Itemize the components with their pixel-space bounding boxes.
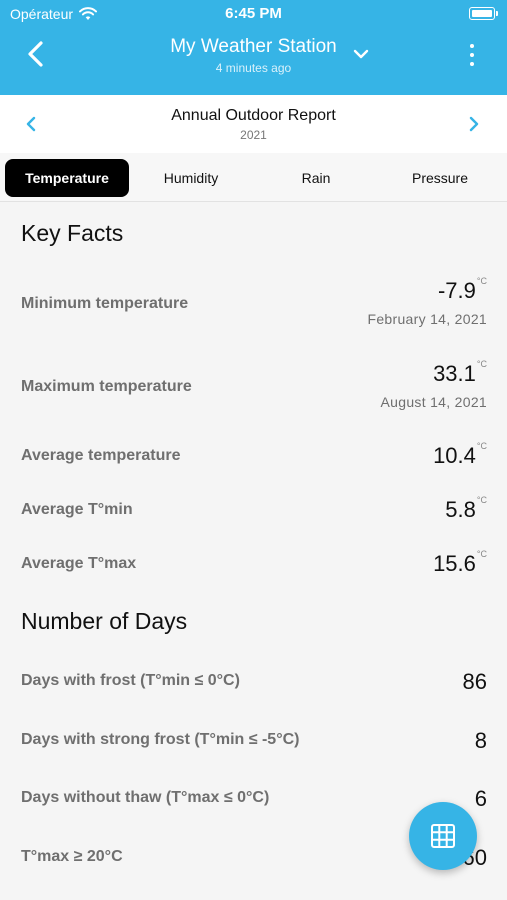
no-thaw-days-value: 6 xyxy=(474,786,487,811)
avg-temp-label: Average temperature xyxy=(21,447,181,464)
number-of-days-heading: Number of Days xyxy=(21,608,188,634)
min-temp-label: Minimum temperature xyxy=(21,295,189,312)
avg-tmax-value: 15.6°C xyxy=(433,549,487,576)
avg-tmax-label: Average T°max xyxy=(21,555,137,572)
last-update-text: 4 minutes ago xyxy=(215,61,292,75)
status-bar: Opérateur 6:45 PM xyxy=(0,0,507,28)
frost-days-label: Days with frost (T°min ≤ 0°C) xyxy=(21,672,240,689)
station-dropdown-button[interactable] xyxy=(350,44,372,64)
max-temp-label: Maximum temperature xyxy=(21,378,192,395)
key-facts-heading: Key Facts xyxy=(21,220,124,246)
unit-celsius: °C xyxy=(476,359,487,369)
next-report-button[interactable] xyxy=(463,113,485,135)
table-view-button[interactable] xyxy=(409,802,477,870)
tab-temperature[interactable]: Temperature xyxy=(5,159,129,197)
report-year: 2021 xyxy=(240,128,267,142)
unit-celsius: °C xyxy=(476,495,487,505)
avg-tmin-value: 5.8°C xyxy=(445,495,487,522)
avg-temp-value: 10.4°C xyxy=(433,441,487,468)
unit-celsius: °C xyxy=(476,276,487,286)
min-temp-value: -7.9°C xyxy=(437,276,487,303)
unit-celsius: °C xyxy=(476,549,487,559)
tab-humidity[interactable]: Humidity xyxy=(130,159,252,197)
status-time: 6:45 PM xyxy=(225,5,282,22)
warm-days-label: T°max ≥ 20°C xyxy=(21,848,123,865)
no-thaw-days-label: Days without thaw (T°max ≤ 0°C) xyxy=(21,789,270,806)
strong-frost-days-value: 8 xyxy=(474,728,487,753)
app-header: Opérateur 6:45 PM My Weather Station 4 m… xyxy=(0,0,507,95)
more-menu-button[interactable] xyxy=(462,42,482,68)
more-vertical-icon xyxy=(470,44,474,48)
report-selector: Annual Outdoor Report 2021 xyxy=(0,95,507,153)
strong-frost-days-label: Days with strong frost (T°min ≤ -5°C) xyxy=(21,731,300,748)
report-title: Annual Outdoor Report xyxy=(171,107,336,124)
max-temp-date: August 14, 2021 xyxy=(380,394,487,410)
chevron-right-icon xyxy=(469,116,479,132)
station-title[interactable]: My Weather Station xyxy=(0,36,507,58)
max-temp-value: 33.1°C xyxy=(433,359,487,386)
metric-tabs: Temperature Humidity Rain Pressure xyxy=(0,153,507,202)
grid-table-icon xyxy=(431,824,455,848)
tab-pressure[interactable]: Pressure xyxy=(378,159,502,197)
battery-icon xyxy=(469,7,498,20)
frost-days-value: 86 xyxy=(462,669,487,694)
unit-celsius: °C xyxy=(476,441,487,451)
avg-tmin-label: Average T°min xyxy=(21,501,133,518)
station-name: My Weather Station xyxy=(170,36,337,57)
min-temp-date: February 14, 2021 xyxy=(367,311,487,327)
chevron-down-icon xyxy=(353,49,369,59)
tab-rain[interactable]: Rain xyxy=(254,159,378,197)
